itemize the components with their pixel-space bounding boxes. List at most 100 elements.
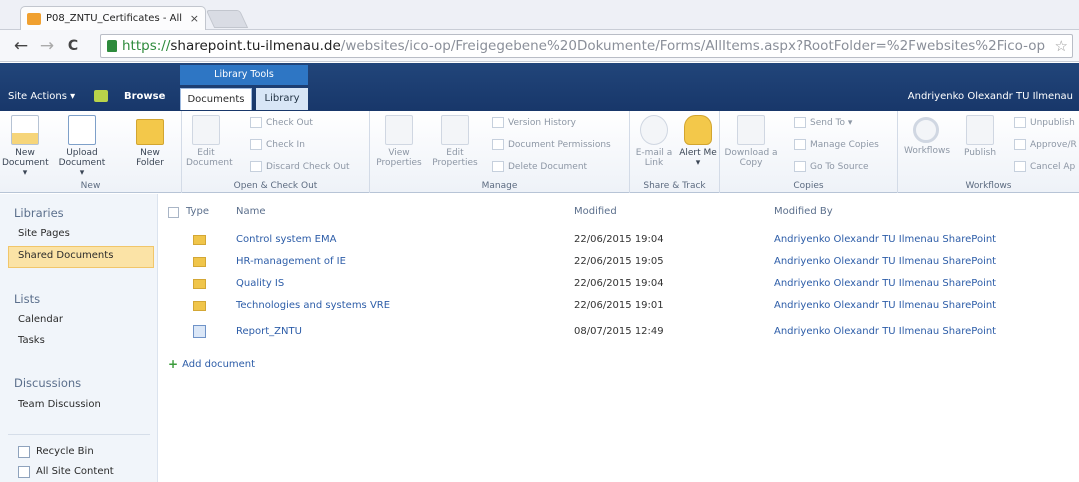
send-to-label: Send To ▾	[810, 117, 853, 128]
check-in-button[interactable]: Check In	[250, 139, 305, 150]
download-copy-button[interactable]: Download a Copy	[724, 115, 778, 168]
ql-team-discussion[interactable]: Team Discussion	[18, 399, 101, 410]
column-header-name[interactable]: Name	[236, 206, 266, 217]
group-label-manage: Manage	[481, 181, 518, 191]
close-tab-icon[interactable]: ×	[190, 12, 199, 25]
workflows-button[interactable]: Workflows	[904, 115, 951, 156]
table-row[interactable]: Report_ZNTU 08/07/2015 12:49 Andriyenko …	[160, 322, 1079, 344]
group-label-copies: Copies	[793, 181, 824, 191]
check-in-label: Check In	[266, 139, 305, 150]
ql-shared-documents[interactable]: Shared Documents	[18, 250, 113, 261]
column-header-modified[interactable]: Modified	[574, 206, 617, 217]
check-out-button[interactable]: Check Out	[250, 117, 313, 128]
email-link-label: E-mail a Link	[635, 148, 673, 168]
site-actions-menu[interactable]: Site Actions ▾	[8, 91, 75, 102]
new-folder-button[interactable]: New Folder	[128, 115, 172, 168]
ql-lists-heading[interactable]: Lists	[14, 292, 40, 306]
browser-toolbar: ← → C https:// sharepoint.tu-ilmenau.de …	[0, 30, 1079, 62]
new-document-button[interactable]: New Document ▾	[2, 115, 49, 178]
delete-document-label: Delete Document	[508, 161, 588, 172]
document-permissions-button[interactable]: Document Permissions	[492, 139, 611, 150]
cancel-approval-icon	[1014, 161, 1026, 172]
table-row[interactable]: HR-management of IE 22/06/2015 19:05 And…	[160, 252, 1079, 274]
unpublish-button[interactable]: Unpublish	[1014, 117, 1075, 128]
version-history-label: Version History	[508, 117, 576, 128]
tab-library[interactable]: Library	[256, 88, 308, 110]
item-name-link[interactable]: Quality IS	[236, 278, 284, 289]
forward-button[interactable]: →	[34, 36, 60, 56]
send-to-button[interactable]: Send To ▾	[794, 117, 852, 128]
ribbon-group-open-checkout: Edit Document Check Out Check In Discard…	[182, 111, 370, 193]
ql-tasks[interactable]: Tasks	[18, 335, 45, 346]
select-all-checkbox[interactable]	[168, 207, 179, 218]
ribbon: New Document ▾ Upload Document ▾ New Fol…	[0, 111, 1079, 193]
version-history-button[interactable]: Version History	[492, 117, 576, 128]
item-modified-by-link[interactable]: Andriyenko Olexandr TU Ilmenau SharePoin…	[774, 256, 996, 267]
edit-properties-label: Edit Properties	[432, 148, 478, 168]
user-menu[interactable]: Andriyenko Olexandr TU Ilmenau	[908, 91, 1073, 102]
upload-document-button[interactable]: Upload Document ▾	[56, 115, 108, 178]
browser-tab[interactable]: P08_ZNTU_Certificates - All ×	[20, 6, 206, 30]
discard-check-out-button[interactable]: Discard Check Out	[250, 161, 350, 172]
item-modified: 22/06/2015 19:04	[574, 278, 664, 289]
go-to-source-button[interactable]: Go To Source	[794, 161, 869, 172]
column-header-modified-by[interactable]: Modified By	[774, 206, 833, 217]
bell-icon	[684, 115, 712, 145]
item-modified-by-link[interactable]: Andriyenko Olexandr TU Ilmenau SharePoin…	[774, 300, 996, 311]
cancel-approval-button[interactable]: Cancel Ap	[1014, 161, 1075, 172]
ql-calendar[interactable]: Calendar	[18, 314, 63, 325]
item-modified-by-link[interactable]: Andriyenko Olexandr TU Ilmenau SharePoin…	[774, 234, 996, 245]
reload-button[interactable]: C	[60, 38, 86, 54]
ql-recycle-bin[interactable]: Recycle Bin	[36, 446, 94, 457]
table-row[interactable]: Quality IS 22/06/2015 19:04 Andriyenko O…	[160, 274, 1079, 296]
publish-button[interactable]: Publish	[960, 115, 1000, 158]
document-library-list: Type Name Modified Modified By Control s…	[160, 194, 1079, 482]
sharepoint-header: Site Actions ▾ Browse Library Tools Docu…	[0, 63, 1079, 111]
item-modified-by-link[interactable]: Andriyenko Olexandr TU Ilmenau SharePoin…	[774, 326, 996, 337]
go-to-source-label: Go To Source	[810, 161, 869, 172]
ql-libraries-heading[interactable]: Libraries	[14, 206, 64, 220]
table-row[interactable]: Technologies and systems VRE 22/06/2015 …	[160, 296, 1079, 318]
alert-me-button[interactable]: Alert Me ▾	[678, 115, 718, 168]
email-icon	[640, 115, 668, 145]
send-to-icon	[794, 117, 806, 128]
lock-icon	[107, 40, 117, 52]
download-copy-label: Download a Copy	[724, 148, 778, 168]
approve-reject-button[interactable]: Approve/R	[1014, 139, 1077, 150]
add-document-link[interactable]: + Add document	[168, 357, 255, 371]
bookmark-star-icon[interactable]: ☆	[1054, 37, 1068, 55]
address-bar[interactable]: https:// sharepoint.tu-ilmenau.de /websi…	[100, 34, 1073, 58]
edit-properties-button[interactable]: Edit Properties	[432, 115, 478, 168]
ribbon-group-copies: Download a Copy Send To ▾ Manage Copies …	[720, 111, 898, 193]
browse-tab[interactable]: Browse	[124, 91, 165, 102]
ql-discussions-heading[interactable]: Discussions	[14, 376, 81, 390]
navigate-up-icon[interactable]	[94, 90, 108, 102]
column-header-type[interactable]: Type	[186, 206, 209, 217]
view-properties-label: View Properties	[376, 148, 422, 168]
back-button[interactable]: ←	[8, 36, 34, 56]
edit-document-button[interactable]: Edit Document	[186, 115, 233, 168]
new-document-icon	[11, 115, 39, 145]
item-name-link[interactable]: Control system EMA	[236, 234, 336, 245]
view-properties-button[interactable]: View Properties	[376, 115, 422, 168]
manage-copies-button[interactable]: Manage Copies	[794, 139, 879, 150]
delete-document-button[interactable]: Delete Document	[492, 161, 587, 172]
group-label-share-track: Share & Track	[643, 181, 706, 191]
item-name-link[interactable]: Report_ZNTU	[236, 326, 302, 337]
email-link-button[interactable]: E-mail a Link	[632, 115, 676, 168]
workflows-label: Workflows	[904, 146, 951, 156]
ql-divider	[8, 434, 150, 435]
add-plus-icon: +	[168, 357, 179, 371]
new-tab-button[interactable]	[205, 10, 249, 28]
new-folder-label: New Folder	[136, 148, 164, 168]
ql-all-site-content[interactable]: All Site Content	[36, 466, 114, 477]
tab-documents[interactable]: Documents	[180, 88, 252, 110]
permissions-icon	[492, 139, 504, 150]
edit-document-icon	[192, 115, 220, 145]
table-row[interactable]: Control system EMA 22/06/2015 19:04 Andr…	[160, 230, 1079, 252]
ql-site-pages[interactable]: Site Pages	[18, 228, 70, 239]
item-name-link[interactable]: Technologies and systems VRE	[236, 300, 390, 311]
item-modified-by-link[interactable]: Andriyenko Olexandr TU Ilmenau SharePoin…	[774, 278, 996, 289]
item-modified: 08/07/2015 12:49	[574, 326, 664, 337]
item-name-link[interactable]: HR-management of IE	[236, 256, 346, 267]
